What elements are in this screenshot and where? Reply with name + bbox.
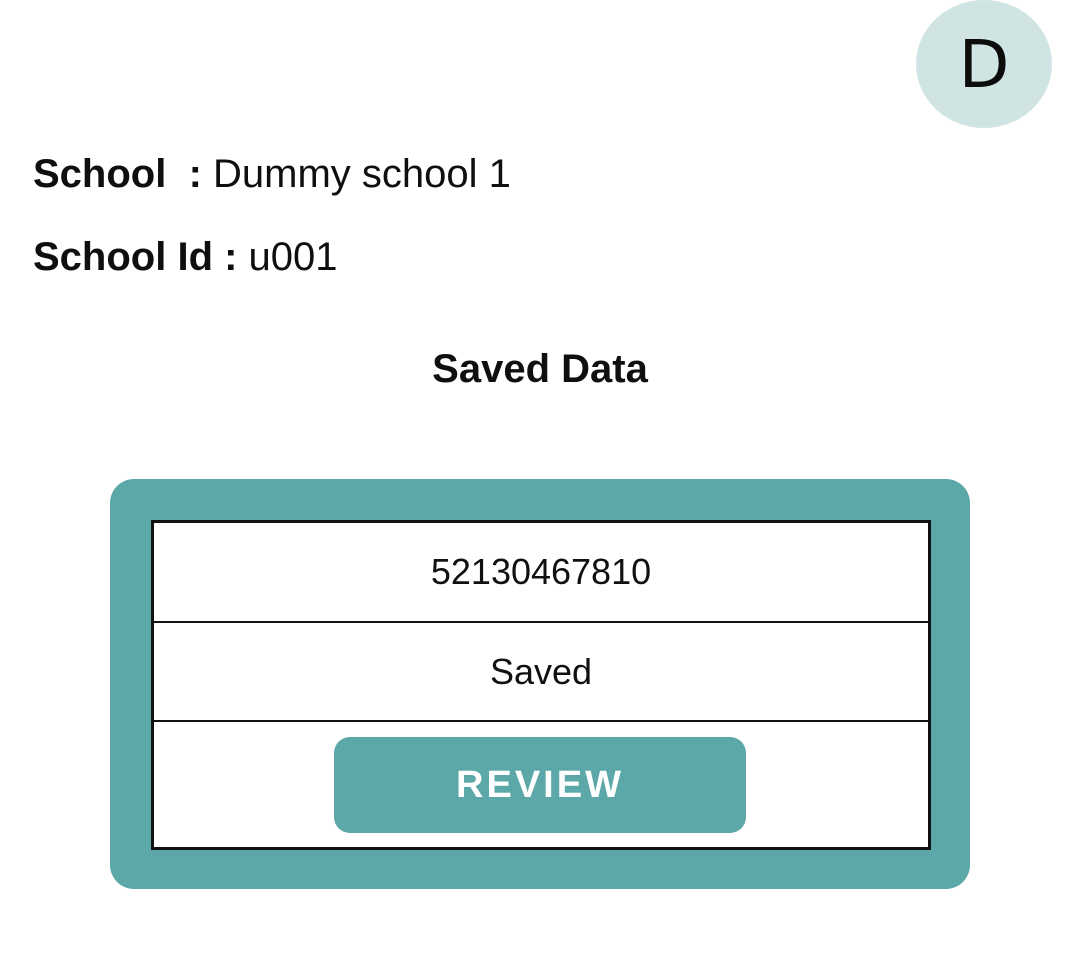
record-status: Saved [489, 650, 593, 692]
saved-data-table: 52130467810 Saved REVIEW [151, 520, 931, 850]
record-id-cell: 52130467810 [154, 523, 928, 621]
avatar[interactable]: D [916, 0, 1052, 128]
school-id-label: School Id : [33, 235, 238, 279]
record-status-cell: Saved [154, 623, 928, 720]
record-action-cell: REVIEW [154, 722, 928, 847]
review-button[interactable]: REVIEW [334, 737, 746, 833]
record-id: 52130467810 [430, 551, 652, 592]
school-id-row: School Id : u001 [33, 233, 338, 281]
school-value: Dummy school 1 [201, 152, 511, 196]
school-label: School : [33, 152, 202, 196]
school-id-value: u001 [237, 235, 338, 279]
section-title: Saved Data [432, 347, 648, 391]
school-row: School : Dummy school 1 [33, 150, 511, 198]
saved-data-card: 52130467810 Saved REVIEW [110, 479, 970, 889]
